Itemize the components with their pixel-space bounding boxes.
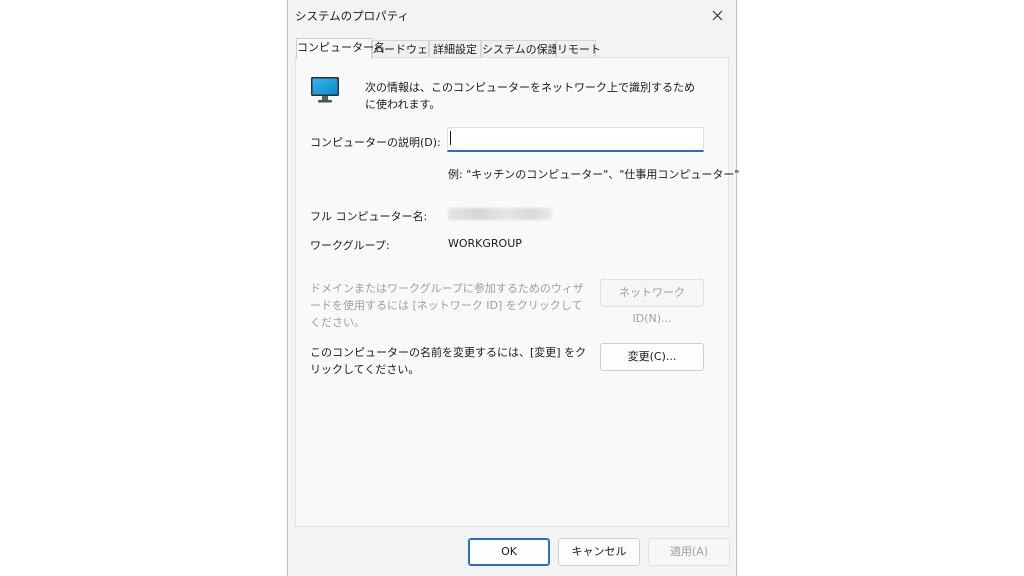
network-wizard-text: ドメインまたはワークグループに参加するためのウィザードを使用するには [ネットワ… [310,282,584,329]
description-label: コンピューターの説明(D): [310,136,441,149]
title-bar: システムのプロパティ [288,0,736,30]
description-input[interactable] [447,127,704,152]
full-name-value-redacted [448,208,552,220]
network-id-button[interactable]: ネットワーク ID(N)... [600,279,704,325]
tab-remote[interactable]: リモート [556,40,601,58]
workgroup-value: WORKGROUP [448,237,522,250]
full-name-label: フル コンピューター名: [310,210,428,223]
rename-text: このコンピューターの名前を変更するには、[変更] をクリックしてください。 [310,346,587,376]
example-text: 例: "キッチンのコンピューター"、"仕事用コンピューター" [448,168,740,181]
close-button[interactable] [702,3,732,27]
computer-name-panel: 次の情報は、このコンピューターをネットワーク上で識別するために使われます。 コン… [295,57,739,527]
workgroup-label: ワークグループ: [310,239,390,252]
ok-button[interactable]: OK [468,538,550,566]
tab-advanced[interactable]: 詳細設定 [429,40,481,58]
cancel-button[interactable]: キャンセル [558,538,640,566]
monitor-icon [311,77,339,103]
change-button[interactable]: 変更(C)... [600,343,704,371]
text-caret [450,131,451,145]
apply-button[interactable]: 適用(A) [648,538,730,566]
close-icon [712,10,722,20]
tab-system-protection[interactable]: システムの保護 [481,40,559,58]
tab-computer-name[interactable]: コンピューター名 [296,38,385,59]
system-properties-dialog: システムのプロパティ コンピューター名 ハードウェア 詳細設定 システムの保護 … [287,0,739,576]
window-title: システムのプロパティ [295,9,409,23]
info-text: 次の情報は、このコンピューターをネットワーク上で識別するために使われます。 [365,81,695,111]
